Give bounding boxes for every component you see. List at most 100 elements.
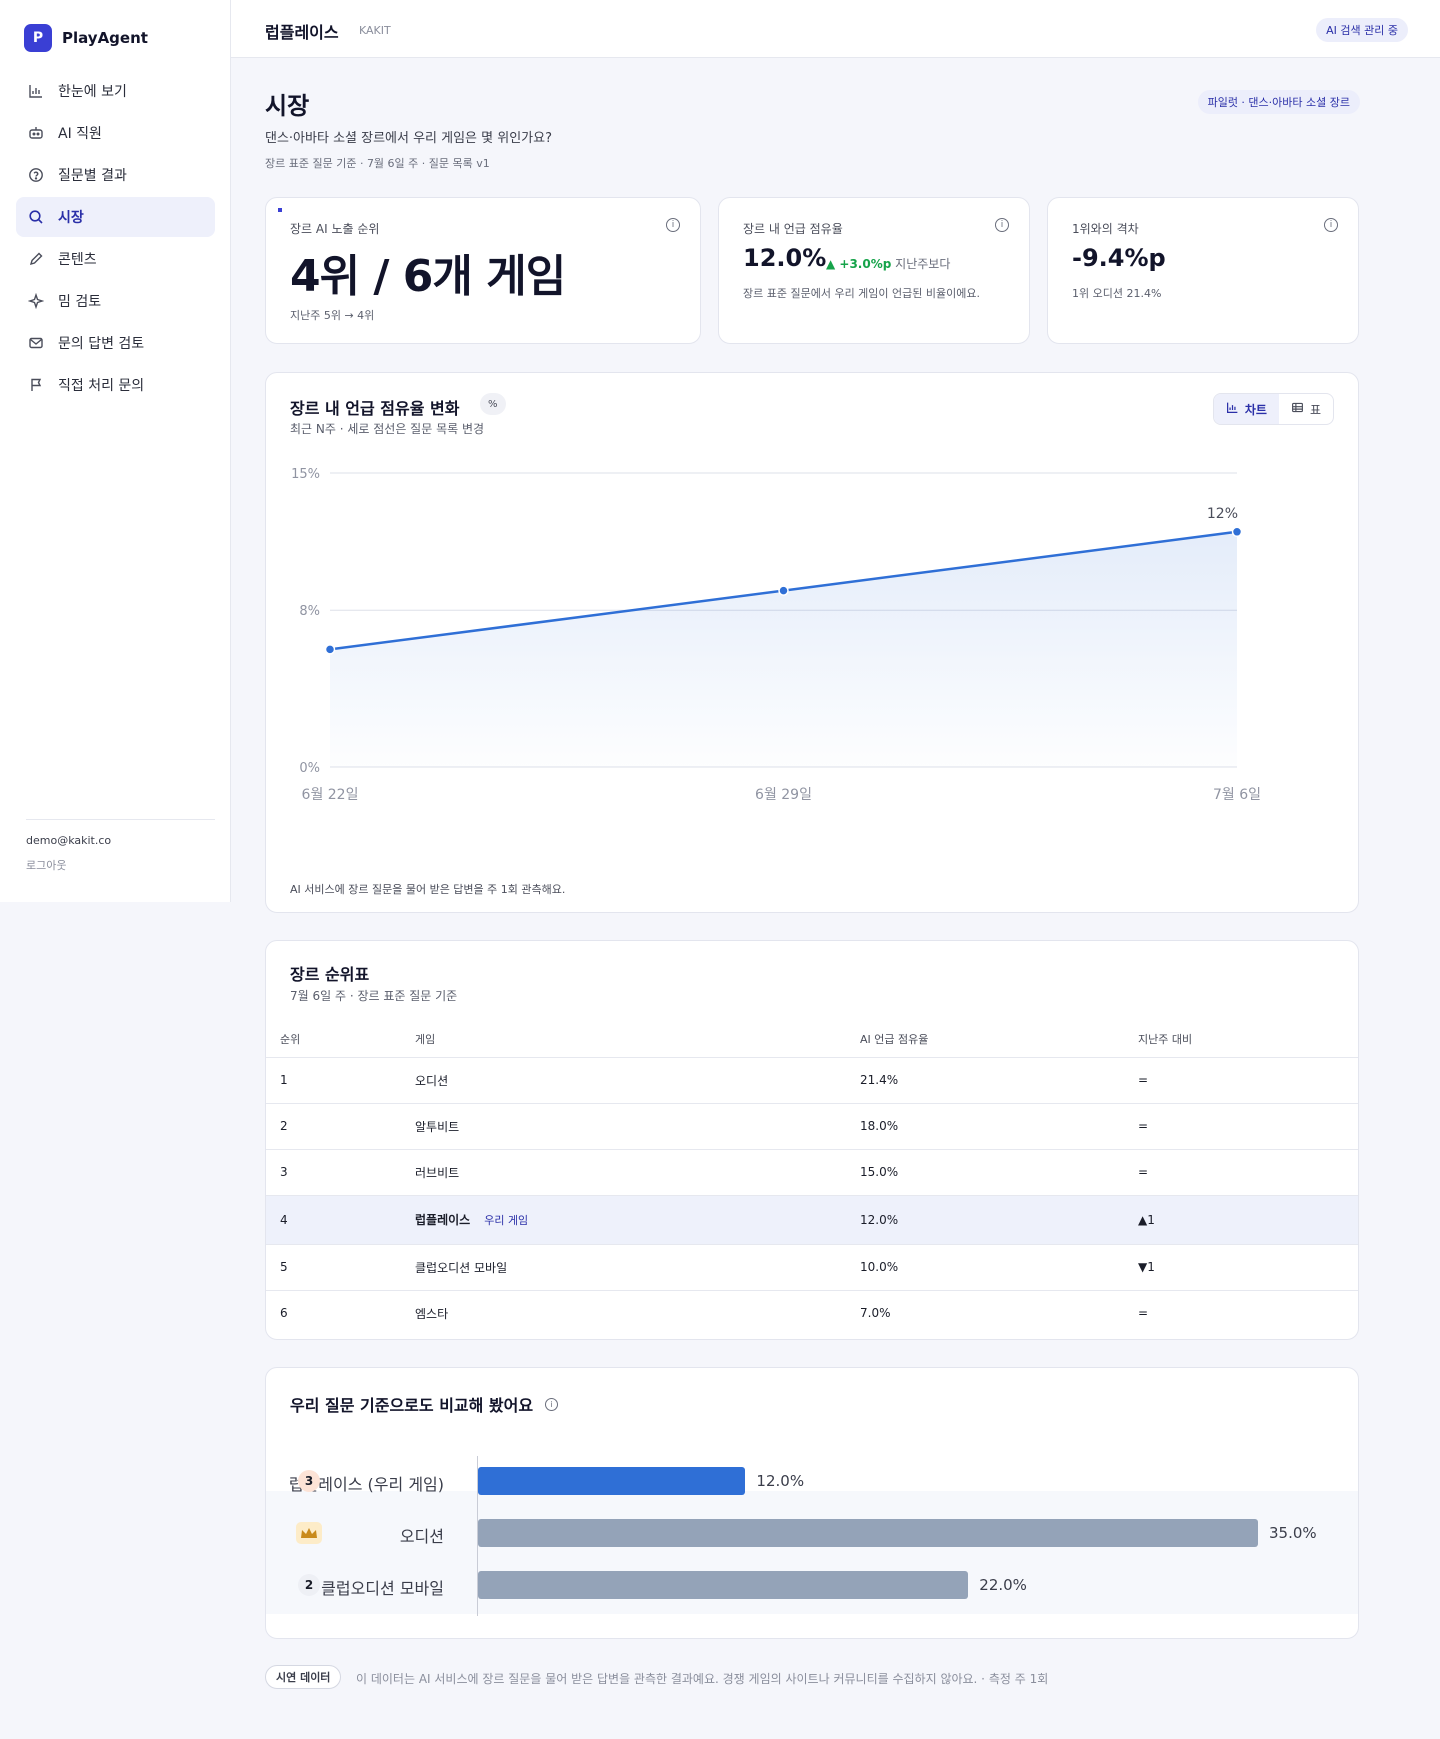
table-row[interactable]: 2 알투비트 18.0% = bbox=[266, 1103, 1358, 1150]
compare-card: 우리 질문 기준으로도 비교해 봤어요 i 럽플레이스 (우리 게임) 3 12.0… bbox=[265, 1367, 1359, 1639]
table-row[interactable]: 3 러브비트 15.0% = bbox=[266, 1149, 1358, 1196]
section-subtitle: 7월 6일 주 · 장르 표준 질문 기준 bbox=[290, 989, 458, 1003]
toggle-label: 차트 bbox=[1244, 402, 1267, 417]
compare-title: 우리 질문 기준으로도 비교해 봤어요 bbox=[290, 1396, 534, 1415]
page-meta: 장르 표준 질문 기준 · 7월 6일 주 · 질문 목록 v1 bbox=[265, 157, 490, 170]
change-cell: ▼1 bbox=[1124, 1244, 1358, 1291]
data-point bbox=[778, 585, 789, 596]
y-tick-label: 15% bbox=[291, 467, 320, 482]
info-icon[interactable]: i bbox=[666, 218, 680, 232]
rank-cell-text: 6 bbox=[280, 1306, 288, 1321]
share-cell: 18.0% bbox=[846, 1103, 1124, 1150]
unit-chip: % bbox=[480, 393, 506, 415]
column-header: 지난주 대비 bbox=[1124, 1021, 1358, 1058]
share-cell-text: 18.0% bbox=[860, 1119, 899, 1133]
game-cell-text: 러브비트 bbox=[415, 1165, 460, 1180]
table-row[interactable]: 1 오디션 21.4% = bbox=[266, 1057, 1358, 1104]
change-cell-text: = bbox=[1138, 1073, 1149, 1087]
section-subtitle: 최근 N주 · 세로 점선은 질문 목록 변경 bbox=[290, 422, 485, 436]
game-cell-text: 럽플레이스 bbox=[415, 1213, 471, 1227]
sidebar-item-content[interactable]: 콘텐츠 bbox=[16, 239, 215, 279]
kpi-value: 12.0% bbox=[743, 244, 827, 272]
view-toggle: 차트 표 bbox=[1212, 393, 1334, 425]
sidebar-item-questions[interactable]: 질문별 결과 bbox=[16, 155, 215, 195]
sidebar-item-label: 밈 검토 bbox=[58, 294, 102, 310]
x-tick-label: 6월 29일 bbox=[755, 787, 812, 803]
table-row[interactable]: 4 럽플레이스 우리 게임 12.0% ▲1 bbox=[266, 1195, 1358, 1245]
toggle-table-button[interactable]: 표 bbox=[1279, 394, 1333, 424]
sidebar-item-direct-inquiry[interactable]: 직접 처리 문의 bbox=[16, 365, 215, 405]
rank-cell-text: 3 bbox=[280, 1165, 288, 1179]
pencil-icon bbox=[28, 251, 44, 267]
game-cell-text: 엠스타 bbox=[415, 1306, 449, 1321]
game-title: 럽플레이스 bbox=[265, 23, 339, 42]
info-icon[interactable]: i bbox=[1324, 218, 1338, 232]
toggle-label: 표 bbox=[1309, 402, 1321, 417]
table-icon bbox=[1291, 401, 1304, 417]
y-tick-label: 0% bbox=[299, 761, 320, 776]
game-cell: 러브비트 bbox=[401, 1149, 846, 1196]
share-cell-text: 7.0% bbox=[860, 1306, 891, 1321]
change-cell-text: = bbox=[1138, 1165, 1149, 1179]
sidebar-item-meme-review[interactable]: 밈 검토 bbox=[16, 281, 215, 321]
bar bbox=[478, 1519, 1258, 1547]
data-point bbox=[1231, 526, 1243, 538]
info-icon[interactable]: i bbox=[545, 1397, 559, 1411]
column-header: 순위 bbox=[266, 1021, 401, 1058]
table-row[interactable]: 5 클럽오디션 모바일 10.0% ▼1 bbox=[266, 1244, 1358, 1291]
ranking-table: 순위 게임 AI 언급 점유율 지난주 대비 1 오디션 21.4% = 2 알투비트 18… bbox=[266, 1021, 1358, 1336]
change-cell: = bbox=[1124, 1057, 1358, 1104]
share-cell-text: 15.0% bbox=[860, 1165, 899, 1179]
column-header: AI 언급 점유율 bbox=[846, 1021, 1124, 1058]
sidebar-item-label: 시장 bbox=[58, 210, 84, 226]
delta-value: ▲ +3.0%p bbox=[826, 257, 892, 271]
sidebar-nav: 한눈에 보기 AI 직원 질문별 결과 시장 콘텐츠 밈 검토 문의 답변 검토 bbox=[16, 71, 215, 407]
change-cell: ▲1 bbox=[1124, 1195, 1358, 1245]
kpi-card-share: 장르 내 언급 점유율 i 12.0% ▲ +3.0%p 지난주보다 장르 표준… bbox=[718, 197, 1030, 344]
share-cell: 15.0% bbox=[846, 1149, 1124, 1196]
bar-value: 35.0% bbox=[1269, 1524, 1317, 1542]
status-badge: AI 검색 관리 중 bbox=[1316, 18, 1408, 42]
sidebar-item-inquiry-review[interactable]: 문의 답변 검토 bbox=[16, 323, 215, 363]
kpi-note: 지난주 5위 → 4위 bbox=[290, 309, 375, 322]
page-question: 댄스·아바타 소셜 장르에서 우리 게임은 몇 위인가요? bbox=[265, 131, 552, 146]
change-cell: = bbox=[1124, 1149, 1358, 1196]
bar bbox=[478, 1467, 746, 1495]
rank-cell-text: 4 bbox=[280, 1212, 288, 1227]
rank-cell-text: 5 bbox=[280, 1260, 288, 1274]
logout-link[interactable]: 로그아웃 bbox=[26, 857, 215, 873]
change-cell-text: ▲1 bbox=[1138, 1212, 1155, 1227]
footer-note: 이 데이터는 AI 서비스에 장르 질문을 물어 받은 답변을 관측한 결과예요… bbox=[356, 1672, 1049, 1686]
data-label: 12% bbox=[1207, 506, 1238, 522]
sidebar-item-label: 콘텐츠 bbox=[58, 252, 97, 268]
bar bbox=[478, 1571, 969, 1599]
kpi-label: 장르 내 언급 점유율 bbox=[743, 222, 843, 236]
x-tick-label: 6월 22일 bbox=[302, 787, 359, 803]
sidebar-item-ai-staff[interactable]: AI 직원 bbox=[16, 113, 215, 153]
info-icon[interactable]: i bbox=[995, 218, 1009, 232]
column-header: 게임 bbox=[401, 1021, 846, 1058]
game-cell-text: 클럽오디션 모바일 bbox=[415, 1260, 508, 1275]
share-cell: 10.0% bbox=[846, 1244, 1124, 1291]
x-tick-label: 7월 6일 bbox=[1213, 787, 1261, 803]
brand-name: PlayAgent bbox=[62, 29, 148, 47]
sidebar-footer: demo@kakit.co 로그아웃 bbox=[26, 819, 215, 873]
page-title: 시장 bbox=[265, 92, 310, 120]
rank-cell: 2 bbox=[266, 1103, 401, 1150]
bar-chart-icon bbox=[1226, 401, 1239, 417]
share-cell-text: 12.0% bbox=[860, 1212, 899, 1227]
change-cell: = bbox=[1124, 1290, 1358, 1336]
rank-cell-text: 2 bbox=[280, 1119, 288, 1133]
table-row[interactable]: 6 엠스타 7.0% = bbox=[266, 1290, 1358, 1336]
kpi-card-gap: 1위와의 격차 i -9.4%p 1위 오디션 21.4% bbox=[1047, 197, 1359, 344]
rank-cell-text: 1 bbox=[280, 1073, 288, 1087]
chart-footnote: AI 서비스에 장르 질문을 물어 받은 답변을 주 1회 관측해요. bbox=[290, 883, 566, 896]
game-cell-text: 오디션 bbox=[415, 1073, 449, 1088]
brand[interactable]: P PlayAgent bbox=[24, 24, 148, 52]
sidebar-item-overview[interactable]: 한눈에 보기 bbox=[16, 71, 215, 111]
sidebar-item-market[interactable]: 시장 bbox=[16, 197, 215, 237]
toggle-chart-button[interactable]: 차트 bbox=[1213, 394, 1279, 424]
our-game-tag: 우리 게임 bbox=[484, 1214, 529, 1227]
sidebar-item-label: AI 직원 bbox=[58, 126, 102, 142]
rank-cell: 6 bbox=[266, 1290, 401, 1336]
